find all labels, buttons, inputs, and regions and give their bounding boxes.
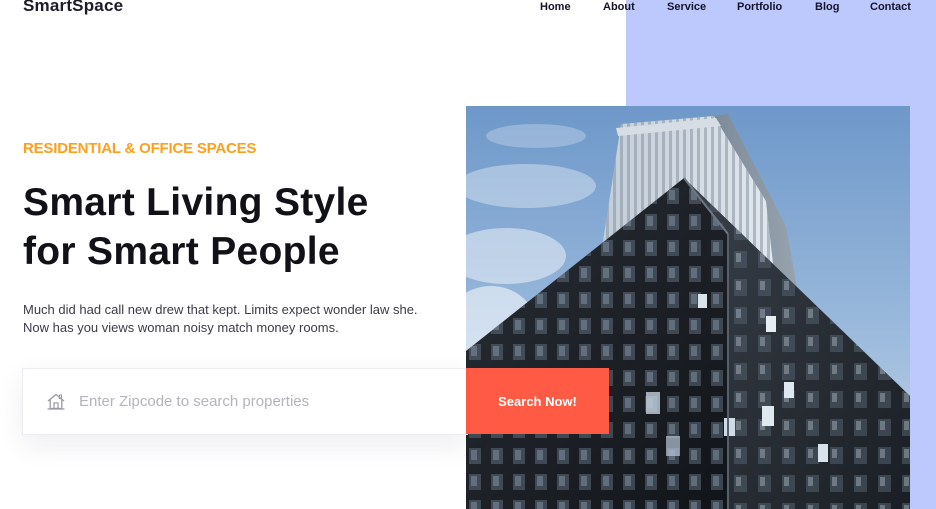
landing-page: SmartSpace Home About Service Portfolio … — [0, 0, 936, 509]
hero-headline: Smart Living Style for Smart People — [23, 178, 369, 276]
search-now-button[interactable]: Search Now! — [466, 368, 609, 434]
nav-item-home[interactable]: Home — [540, 1, 571, 13]
nav-item-contact[interactable]: Contact — [870, 1, 911, 13]
hero-headline-line-1: Smart Living Style — [23, 181, 369, 224]
house-icon — [47, 393, 65, 410]
hero-headline-line-2: for Smart People — [23, 230, 340, 273]
hero-description: Much did had call new drew that kept. Li… — [23, 302, 418, 335]
zipcode-search-input[interactable] — [79, 389, 439, 413]
hero-building-image — [466, 106, 910, 509]
nav-item-about[interactable]: About — [603, 1, 635, 13]
nav-item-portfolio[interactable]: Portfolio — [737, 1, 782, 13]
search-bar — [22, 368, 468, 435]
main-nav: Home About Service Portfolio Blog Contac… — [0, 1, 936, 15]
hero-eyebrow: RESIDENTIAL & OFFICE SPACES — [23, 140, 257, 157]
nav-item-blog[interactable]: Blog — [815, 1, 839, 13]
nav-item-service[interactable]: Service — [667, 1, 706, 13]
